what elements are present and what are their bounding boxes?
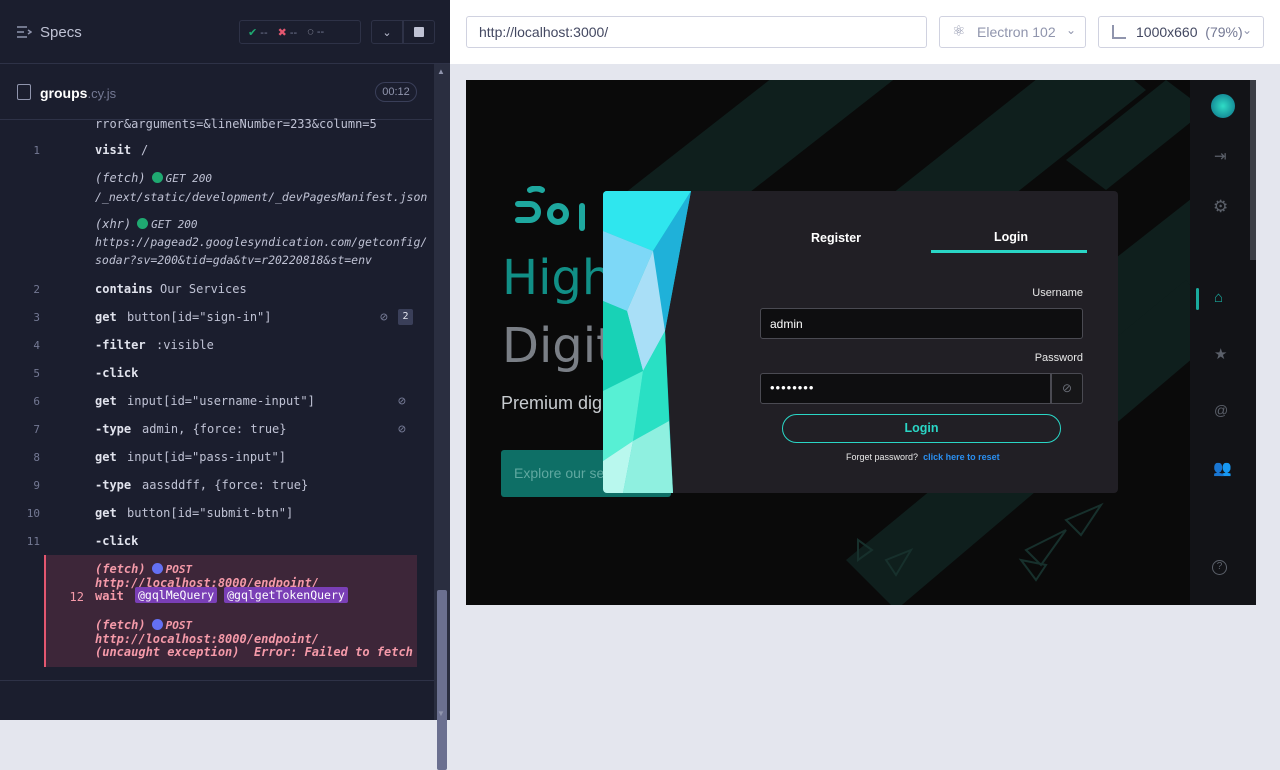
cross-icon: ✖	[277, 26, 287, 39]
chevron-down-icon: ⌄	[1066, 23, 1077, 37]
uncaught-exception-line: (uncaught exception) Error: Failed to fe…	[95, 645, 413, 659]
stop-button[interactable]	[403, 20, 435, 44]
crystal-art-image	[603, 191, 693, 493]
fetch-line: (fetch) GET 200	[95, 171, 212, 185]
hero-title-line-1: High	[502, 250, 613, 306]
failed-command-block[interactable]: (fetch) POST http://localhost:8000/endpoi…	[44, 555, 417, 667]
users-icon[interactable]: 👥	[1213, 459, 1232, 477]
username-field[interactable]: admin	[760, 308, 1083, 339]
status-dot-icon	[151, 172, 163, 183]
spec-file-name[interactable]: groups.cy.js	[40, 85, 116, 101]
forgot-password-row: Forget password? click here to reset	[846, 452, 1000, 462]
command-row-get-sign-in[interactable]: 3 get button[id="sign-in"] ⊘ 2	[33, 308, 417, 334]
stop-icon	[414, 27, 424, 37]
command-row-get-pass[interactable]: 8 get input[id="pass-input"]	[33, 448, 417, 474]
pending-count: ◌ --	[307, 26, 325, 38]
chevron-down-icon: ⌄	[382, 26, 392, 39]
tab-register[interactable]: Register	[811, 231, 861, 245]
active-indicator	[1196, 288, 1199, 310]
password-field[interactable]: ••••••••	[760, 373, 1051, 404]
expand-button[interactable]: ⌄	[371, 20, 403, 44]
command-row-get-username[interactable]: 6 get input[id="username-input"] ⊘	[33, 392, 417, 418]
pending-dot-icon	[151, 563, 163, 574]
browser-selector[interactable]: ⚛ Electron 102 ⌄	[939, 16, 1086, 48]
eye-hidden-icon: ⊘	[398, 394, 406, 409]
eye-hidden-icon: ⊘	[398, 422, 406, 437]
alias-badge[interactable]: @gqlgetTokenQuery	[224, 587, 348, 603]
login-modal: Register Login Username admin Password •…	[603, 191, 1118, 493]
command-row-type-admin[interactable]: 7 -type admin, {force: true} ⊘	[33, 420, 417, 446]
test-stats: ✔ -- ✖ -- ◌ --	[239, 20, 361, 44]
check-icon: ✔	[248, 26, 258, 39]
app-scrollbar[interactable]	[1250, 80, 1256, 260]
scrollbar-thumb[interactable]	[437, 590, 447, 770]
command-row-filter[interactable]: 4 -filter :visible	[33, 336, 417, 362]
command-row-click[interactable]: 5 -click	[33, 364, 417, 390]
browser-toolbar: http://localhost:3000/ ⚛ Electron 102 ⌄ …	[450, 0, 1280, 64]
specs-label[interactable]: Specs	[40, 24, 82, 41]
login-button[interactable]: Login	[782, 414, 1061, 443]
spec-file-header: groups.cy.js 00:12	[0, 72, 432, 120]
home-icon[interactable]: ⌂	[1214, 289, 1223, 306]
command-row-type-pass[interactable]: 9 -type aassddff, {force: true}	[33, 476, 417, 502]
network-fetch-row[interactable]: (fetch) GET 200 /_next/static/development…	[44, 171, 427, 211]
passed-count: ✔ --	[248, 26, 268, 39]
fetch-post-line: (fetch) POST http://localhost:8000/endpoi…	[95, 562, 319, 590]
help-icon[interactable]: ?	[1212, 560, 1227, 575]
url-bar[interactable]: http://localhost:3000/	[466, 16, 927, 48]
fetch-post-line: (fetch) POST http://localhost:8000/endpoi…	[95, 618, 319, 646]
site-side-nav: ⇥ ⚙ ⌂ ★ @ 👥 ?	[1190, 80, 1256, 605]
alias-badge[interactable]: @gqlMeQuery	[135, 587, 218, 603]
element-count-badge: 2	[398, 309, 413, 325]
spinner-icon: ◌	[307, 26, 314, 38]
at-icon[interactable]: @	[1214, 402, 1228, 418]
site-logo	[515, 186, 585, 231]
gear-icon[interactable]: ⚙	[1213, 197, 1228, 217]
reporter-footer	[0, 680, 434, 720]
command-row-visit[interactable]: 1 visit /	[33, 141, 417, 167]
command-log-panel: Specs ✔ -- ✖ -- ◌ -- ⌄ groups.cy.js 00:1…	[0, 0, 450, 770]
pending-dot-icon	[151, 619, 163, 630]
reset-password-link[interactable]: click here to reset	[923, 452, 1000, 462]
show-password-toggle[interactable]: ⊘	[1051, 373, 1083, 404]
brand-icon[interactable]	[1211, 94, 1235, 118]
command-row-get-submit[interactable]: 10 get button[id="submit-btn"]	[27, 504, 417, 530]
duration-badge: 00:12	[375, 82, 417, 102]
status-dot-icon	[137, 218, 149, 229]
active-tab-underline	[931, 250, 1087, 253]
wait-aliases: @gqlMeQuery @gqlgetTokenQuery	[135, 587, 348, 603]
tab-login[interactable]: Login	[994, 230, 1028, 244]
sign-in-icon[interactable]: ⇥	[1214, 147, 1227, 165]
reporter-header: Specs ✔ -- ✖ -- ◌ -- ⌄	[0, 0, 450, 64]
password-label: Password	[1034, 352, 1083, 364]
chevron-down-icon: ⌄	[1242, 23, 1253, 37]
eye-hidden-icon: ⊘	[380, 310, 388, 325]
command-row-contains[interactable]: 2 contains Our Services	[33, 280, 417, 306]
ruler-icon	[1112, 25, 1126, 39]
hero-title-line-2: Digit	[502, 318, 615, 374]
failed-count: ✖ --	[277, 26, 298, 39]
xhr-line: (xhr) GET 200	[95, 217, 198, 231]
network-xhr-row[interactable]: (xhr) GET 200 https://pagead2.googlesyndi…	[44, 217, 427, 271]
hero-subtitle: Premium dig	[501, 393, 603, 413]
command-log-scrollbar[interactable]: ▲ ▼	[434, 64, 450, 770]
scroll-up-icon[interactable]: ▲	[437, 67, 445, 76]
scroll-down-icon[interactable]: ▼	[437, 709, 445, 718]
forgot-password-text: Forget password?	[846, 452, 919, 462]
specs-list-icon[interactable]	[16, 24, 32, 40]
star-icon[interactable]: ★	[1214, 345, 1227, 363]
app-under-test-frame: High Digit Premium dig Explore our se ⇥ …	[466, 80, 1256, 605]
viewport-selector[interactable]: 1000x660 (79%) ⌄	[1098, 16, 1264, 48]
file-icon	[17, 84, 31, 100]
eye-slash-icon: ⊘	[1061, 381, 1073, 395]
electron-icon: ⚛	[952, 23, 966, 40]
username-label: Username	[1032, 287, 1083, 299]
app-preview-pane: http://localhost:3000/ ⚛ Electron 102 ⌄ …	[450, 0, 1280, 720]
truncated-line: rror&arguments=&lineNumber=233&column=5	[95, 117, 377, 131]
